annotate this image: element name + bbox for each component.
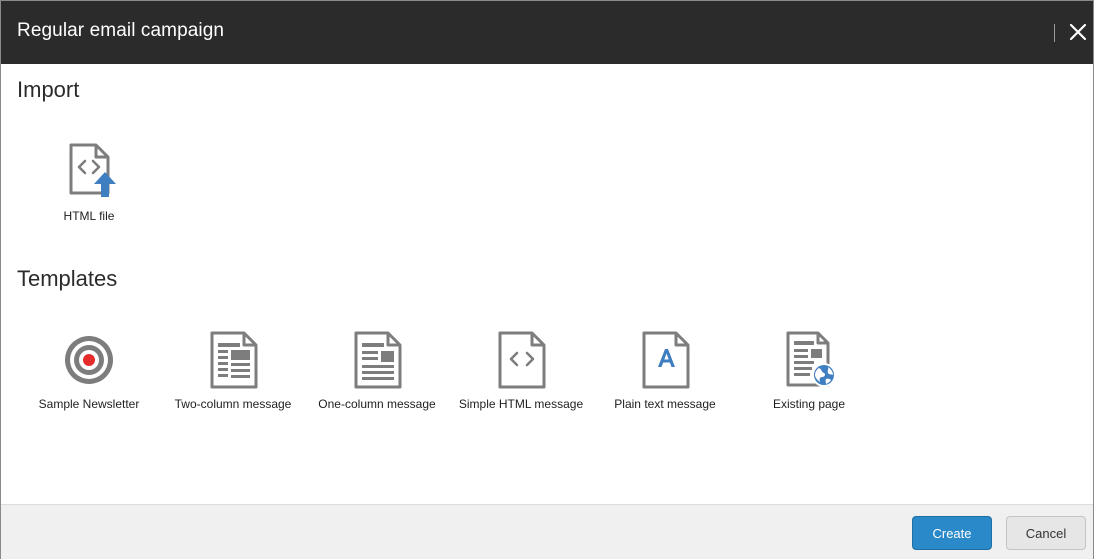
tile-label: Sample Newsletter bbox=[38, 397, 140, 411]
text-document-icon bbox=[642, 331, 690, 389]
close-button[interactable] bbox=[1067, 21, 1089, 43]
tile-one-column-message[interactable]: One-column message bbox=[307, 329, 447, 411]
header-divider bbox=[1054, 24, 1055, 42]
tile-label: Existing page bbox=[772, 397, 846, 411]
tile-existing-page[interactable]: Existing page bbox=[739, 329, 879, 411]
tile-label: Simple HTML message bbox=[458, 397, 584, 411]
one-column-document-icon bbox=[354, 331, 402, 389]
templates-heading: Templates bbox=[17, 266, 118, 291]
dialog-footer: Create Cancel bbox=[1, 504, 1093, 559]
dialog: Regular email campaign Import HTML file … bbox=[0, 0, 1094, 559]
tile-plain-text-message[interactable]: Plain text message bbox=[595, 329, 735, 411]
create-button[interactable]: Create bbox=[912, 516, 992, 550]
dialog-title: Regular email campaign bbox=[17, 20, 225, 41]
tile-label: Two-column message bbox=[174, 397, 292, 411]
close-icon bbox=[1069, 23, 1087, 41]
html-file-upload-icon bbox=[69, 143, 116, 197]
two-column-document-icon bbox=[210, 331, 258, 389]
document-globe-icon bbox=[786, 331, 836, 387]
dialog-header: Regular email campaign bbox=[1, 1, 1093, 64]
html-document-icon bbox=[498, 331, 546, 389]
tile-two-column-message[interactable]: Two-column message bbox=[163, 329, 303, 411]
tile-label: Plain text message bbox=[614, 397, 716, 411]
tile-label: One-column message bbox=[318, 397, 436, 411]
cancel-button[interactable]: Cancel bbox=[1006, 516, 1086, 550]
import-heading: Import bbox=[17, 77, 80, 102]
tile-sample-newsletter[interactable]: Sample Newsletter bbox=[19, 329, 159, 411]
tile-label: HTML file bbox=[63, 209, 115, 223]
target-icon bbox=[65, 336, 113, 384]
tile-simple-html-message[interactable]: Simple HTML message bbox=[451, 329, 591, 411]
tile-html-file[interactable]: HTML file bbox=[19, 141, 159, 223]
